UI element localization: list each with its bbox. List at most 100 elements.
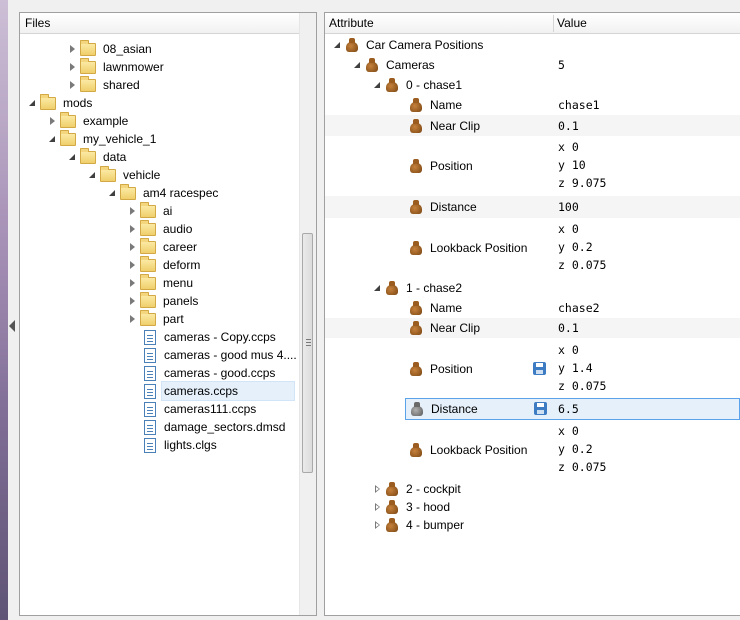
files-scrollbar[interactable] (299, 13, 316, 615)
attr-row-distance[interactable]: Distance 100 (325, 196, 740, 218)
attr-row-chase2[interactable]: 1 - chase2 (325, 278, 740, 298)
collapse-arrow-icon[interactable] (66, 148, 80, 166)
tree-item-08-asian[interactable]: 08_asian (66, 39, 154, 58)
tree-item-panels[interactable]: panels (126, 291, 200, 310)
column-header-attribute[interactable]: Attribute (329, 13, 374, 33)
attr-value-x[interactable]: x 0 (558, 222, 579, 236)
files-header[interactable]: Files (20, 13, 316, 34)
tree-item-file[interactable]: damage_sectors.dmsd (142, 418, 287, 436)
tree-item-lawnmower[interactable]: lawnmower (66, 57, 166, 76)
tree-item-part[interactable]: part (126, 309, 186, 328)
expand-arrow-icon[interactable] (46, 112, 60, 130)
tree-item-example[interactable]: example (46, 111, 130, 130)
attr-row-hood[interactable]: 3 - hood (325, 498, 740, 516)
tree-item-my-vehicle-1[interactable]: my_vehicle_1 (46, 129, 158, 148)
attr-value[interactable]: 5 (558, 58, 565, 72)
attr-value-z[interactable]: z 0.075 (558, 379, 606, 393)
expand-arrow-icon[interactable] (126, 292, 140, 310)
attr-value-x[interactable]: x 0 (558, 424, 579, 438)
collapse-arrow-icon[interactable] (46, 130, 60, 148)
expand-arrow-icon[interactable] (371, 516, 385, 534)
expand-arrow-icon[interactable] (66, 76, 80, 94)
collapse-arrow-icon[interactable] (351, 56, 365, 74)
file-icon (144, 347, 156, 363)
expand-arrow-icon[interactable] (371, 480, 385, 498)
save-icon[interactable] (534, 402, 547, 415)
attr-row-cockpit[interactable]: 2 - cockpit (325, 480, 740, 498)
attr-value-x[interactable]: x 0 (558, 140, 579, 154)
attr-value-z[interactable]: z 9.075 (558, 176, 606, 190)
expand-arrow-icon[interactable] (66, 40, 80, 58)
expand-arrow-icon[interactable] (126, 238, 140, 256)
tree-item-file[interactable]: cameras111.ccps (142, 400, 258, 418)
expand-arrow-icon[interactable] (126, 256, 140, 274)
collapse-arrow-icon[interactable] (371, 279, 385, 297)
attr-value[interactable]: 100 (558, 200, 579, 214)
expand-arrow-icon[interactable] (126, 274, 140, 292)
bag-icon (409, 443, 423, 457)
attr-row-lookback-position[interactable]: Lookback Position x 0 y 0.2 z 0.075 (325, 218, 740, 278)
attr-row-distance-selected[interactable]: Distance 6.5 (405, 398, 740, 420)
attr-row-near-clip[interactable]: Near Clip 0.1 (325, 318, 740, 338)
bag-icon (410, 402, 424, 416)
tree-item-am4-racespec[interactable]: am4 racespec (106, 183, 220, 202)
file-icon (144, 401, 156, 417)
attr-row-position[interactable]: Position x 0 y 1.4 z 0.075 (325, 338, 740, 398)
attr-row-cameras[interactable]: Cameras 5 (325, 55, 740, 75)
attr-value-y[interactable]: y 10 (558, 158, 586, 172)
tree-item-audio[interactable]: audio (126, 219, 194, 238)
attr-value[interactable]: chase2 (558, 301, 600, 315)
attr-row-bumper[interactable]: 4 - bumper (325, 516, 740, 534)
folder-icon (140, 219, 156, 236)
attr-value-x[interactable]: x 0 (558, 343, 579, 357)
column-divider[interactable] (553, 15, 554, 32)
save-icon[interactable] (533, 362, 546, 375)
expand-arrow-icon[interactable] (371, 498, 385, 516)
attr-value[interactable]: chase1 (558, 98, 600, 112)
tree-item-data[interactable]: data (66, 147, 128, 166)
attr-value[interactable]: 0.1 (558, 119, 579, 133)
tree-item-file-selected[interactable]: cameras.ccps (142, 381, 295, 401)
attr-value-y[interactable]: y 1.4 (558, 361, 593, 375)
attr-value-z[interactable]: z 0.075 (558, 258, 606, 272)
tree-item-ai[interactable]: ai (126, 201, 174, 220)
tree-item-file[interactable]: cameras - good mus 4.... (142, 346, 299, 364)
tree-item-file[interactable]: cameras - good.ccps (142, 364, 277, 382)
expand-arrow-icon[interactable] (126, 202, 140, 220)
folder-icon (140, 201, 156, 218)
attr-value-y[interactable]: y 0.2 (558, 442, 593, 456)
attr-row-chase1[interactable]: 0 - chase1 (325, 75, 740, 95)
expand-arrow-icon[interactable] (66, 58, 80, 76)
collapse-arrow-icon[interactable] (26, 94, 40, 112)
attr-value[interactable]: 0.1 (558, 321, 579, 335)
folder-icon (80, 75, 96, 92)
tree-item-menu[interactable]: menu (126, 273, 195, 292)
collapse-arrow-icon[interactable] (86, 166, 100, 184)
collapse-arrow-icon[interactable] (371, 76, 385, 94)
tree-item-shared[interactable]: shared (66, 75, 142, 94)
file-icon (144, 437, 156, 453)
expand-arrow-icon[interactable] (126, 310, 140, 328)
attr-value[interactable]: 6.5 (558, 402, 579, 416)
expand-arrow-icon[interactable] (126, 220, 140, 238)
tree-item-vehicle[interactable]: vehicle (86, 165, 162, 184)
attr-row-name[interactable]: Name chase1 (325, 95, 740, 115)
attr-row-near-clip[interactable]: Near Clip 0.1 (325, 115, 740, 136)
collapse-arrow-icon[interactable] (9, 320, 15, 332)
tree-item-career[interactable]: career (126, 237, 199, 256)
attr-value-z[interactable]: z 0.075 (558, 460, 606, 474)
collapse-arrow-icon[interactable] (331, 36, 345, 54)
scroll-thumb[interactable] (302, 233, 313, 473)
attr-row-name[interactable]: Name chase2 (325, 298, 740, 318)
collapse-arrow-icon[interactable] (106, 184, 120, 202)
tree-item-mods[interactable]: mods (26, 93, 94, 112)
attr-row-lookback-position[interactable]: Lookback Position x 0 y 0.2 z 0.075 (325, 420, 740, 482)
column-header-value[interactable]: Value (557, 13, 587, 33)
attr-row-root[interactable]: Car Camera Positions (325, 36, 740, 54)
attr-row-position[interactable]: Position x 0 y 10 z 9.075 (325, 136, 740, 196)
tree-item-file[interactable]: cameras - Copy.ccps (142, 328, 278, 346)
attr-value-y[interactable]: y 0.2 (558, 240, 593, 254)
tree-item-file[interactable]: lights.clgs (142, 436, 219, 454)
tree-item-deform[interactable]: deform (126, 255, 202, 274)
bag-icon (409, 321, 423, 335)
